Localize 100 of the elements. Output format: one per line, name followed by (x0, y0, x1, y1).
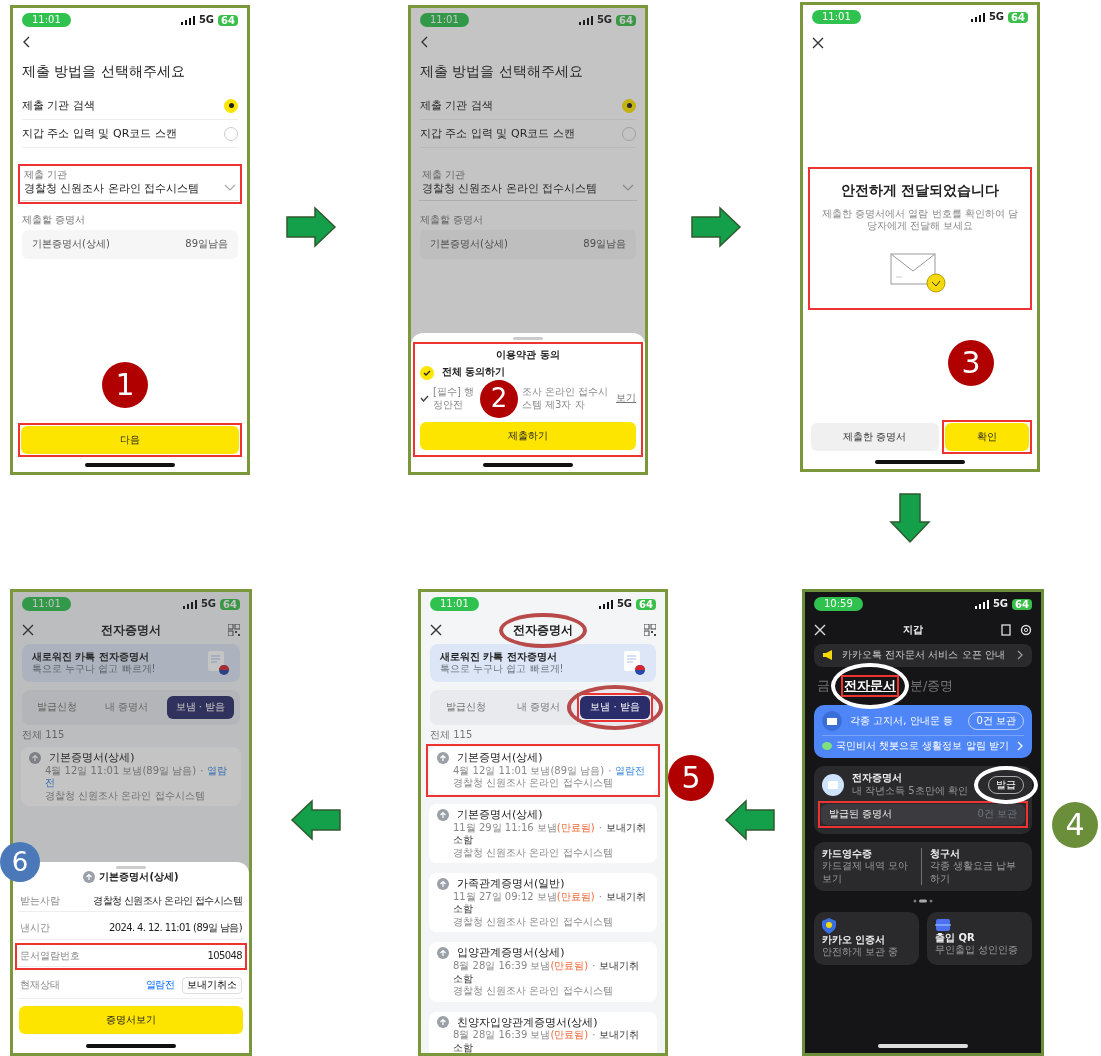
upload-icon (83, 871, 96, 884)
send-info: 11월 27일 09:12 보냄(만료됨) · 보내기취소함 (453, 890, 647, 916)
close-icon[interactable] (22, 624, 34, 636)
institution-select[interactable]: 제출 기관 경찰청 신원조사 온라인 접수시스템 (419, 167, 637, 201)
segment-tab[interactable]: 보냄 · 받음 (580, 696, 650, 719)
megaphone-icon (822, 650, 834, 661)
network-label: 5G (596, 13, 613, 27)
certificate-name: 기본증명서(상세) (457, 751, 543, 765)
certificate-card[interactable]: 기본증명서(상세) 4월 12일 11:01 보냄(89일 남음) · 열람전 경찰청 신원조사 온라인 접수시스템 (21, 747, 241, 807)
checkbox[interactable] (420, 365, 434, 380)
message-title: 안전하게 전달되었습니다 (840, 182, 1000, 200)
back-icon[interactable] (420, 36, 428, 48)
confirm-button[interactable]: 확인 (944, 422, 1029, 451)
detail-value: 경찰청 신원조사 온라인 접수시스템 (93, 894, 242, 907)
chevron-down-icon (224, 184, 236, 193)
network-label: 5G (616, 597, 633, 611)
view-link[interactable]: 보기 (616, 392, 636, 405)
back-icon[interactable] (22, 36, 30, 48)
chevron-down-icon (622, 184, 634, 193)
step-number-badge: 4 (1052, 802, 1098, 848)
radio-button[interactable] (224, 98, 238, 113)
segment-tab[interactable]: 보냄 · 받음 (166, 696, 234, 719)
upload-icon (437, 1016, 449, 1029)
terms-text: 조사 온라인 접수시스템 제3자 자 (521, 386, 610, 411)
qr-icon[interactable] (228, 624, 240, 636)
segment-tab[interactable]: 내 증명서 (506, 696, 571, 719)
settings-icon[interactable] (1020, 624, 1032, 636)
category-tab[interactable]: 전자문서 (844, 677, 896, 693)
certificate-card[interactable]: 입양관계증명서(상세) 8월 28일 16:39 보냄(만료됨) · 보내기취소함 경찰청 신원조사 온라인 접수시스템 (429, 942, 657, 1002)
check-icon[interactable] (420, 395, 429, 402)
screen-title: 제출 방법을 선택해주세요 (420, 62, 584, 80)
radio-button[interactable] (622, 98, 636, 113)
signal-icon (970, 12, 985, 22)
agree-all-label: 전체 동의하기 (442, 366, 506, 379)
certificate-card[interactable]: 가족관계증명서(일반) 11월 27일 09:12 보냄(만료됨) · 보내기취소함 경찰청 신원조사 온라인 접수시스템 (429, 873, 657, 933)
segment-tab[interactable]: 발급신청 (436, 696, 497, 719)
network-label: 5G (200, 597, 217, 611)
service-tile[interactable]: 출입 QR 무인출입 성인인증 (927, 911, 1032, 965)
close-icon[interactable] (430, 624, 442, 636)
certificate-name: 친양자입양관계증명서(상세) (457, 1015, 598, 1030)
signal-icon (578, 15, 593, 25)
notice-text: 카카오톡 전자문서 서비스 오픈 안내 (842, 649, 1006, 662)
step-number-badge: 2 (479, 379, 518, 418)
submitted-certificate-button[interactable]: 제출한 증명서 (811, 422, 939, 451)
institution-select[interactable]: 제출 기관 경찰청 신원조사 온라인 접수시스템 (21, 167, 239, 201)
view-certificate-button[interactable]: 증명서보기 (19, 1005, 243, 1034)
service-tile[interactable]: 카카오 인증서 안전하게 보관 중 (814, 911, 919, 965)
card-subtitle: 내 작년소득 5초만에 확인 (852, 784, 969, 798)
days-remaining: 89일남음 (185, 238, 228, 251)
banner-title: 새로워진 카톡 전자증명서 (440, 650, 558, 663)
card-title: 전자증명서 (852, 772, 903, 785)
service-subtitle: 각종 생활요금 납부하기 (929, 860, 1017, 886)
certificate-card[interactable]: 기본증명서(상세) 11월 29일 11:16 보냄(만료됨) · 보내기취소함 경찰청 신원조사 온라인 접수시스템 (429, 803, 657, 863)
send-info: 11월 29일 11:16 보냄(만료됨) · 보내기취소함 (453, 821, 647, 847)
tile-title: 카카오 인증서 (822, 933, 887, 947)
certificate-name: 기본증명서(상세) (32, 238, 110, 251)
detail-value: 105048 (207, 949, 242, 962)
signal-icon (180, 15, 195, 25)
category-tab[interactable]: 분/증명 (910, 677, 954, 693)
certificate-card[interactable]: 기본증명서(상세) 4월 12일 11:01 보냄(89일 남음) · 열람전 경찰청 신원조사 온라인 접수시스템 (429, 747, 657, 794)
status-time: 11:01 (812, 9, 861, 25)
signal-icon (974, 599, 989, 609)
mailbox-icon (822, 710, 842, 731)
next-button[interactable]: 다음 (21, 425, 239, 454)
upload-icon (437, 808, 449, 821)
promo-text: 국민비서 챗봇으로 생활정보 알림 받기 (836, 739, 1010, 753)
status-time: 10:59 (814, 596, 863, 612)
institution-name: 경찰청 신원조사 온라인 접수시스템 (45, 789, 206, 803)
total-count: 전체 115 (430, 728, 474, 741)
certificate-card[interactable]: 친양자입양관계증명서(상세) 8월 28일 16:39 보냄(만료됨) · 보내기취소함 (429, 1011, 657, 1053)
option-label: 지갑 주소 입력 및 QR코드 스캔 (22, 126, 177, 141)
days-remaining: 89일남음 (583, 238, 626, 251)
network-label: 5G (988, 10, 1005, 24)
banner-title: 새로워진 카톡 전자증명서 (32, 650, 150, 663)
sheet-handle (513, 337, 543, 340)
step-number-badge: 6 (0, 842, 40, 882)
battery-indicator: 64 (1012, 598, 1032, 610)
sheet-title: 기본증명서(상세) (99, 871, 179, 884)
upload-icon (29, 751, 41, 764)
cancel-send-button[interactable]: 보내기취소 (182, 977, 242, 994)
category-tab[interactable]: 금 (817, 677, 830, 693)
submit-button[interactable]: 제출하기 (420, 421, 636, 450)
option-label: 제출 기관 검색 (22, 98, 95, 113)
chevron-right-icon (1016, 740, 1024, 752)
total-count: 전체 115 (22, 728, 66, 741)
detail-value: 2024. 4. 12. 11:01 (89일 남음) (108, 922, 242, 935)
qr-icon[interactable] (644, 624, 656, 636)
network-label: 5G (198, 13, 215, 27)
tile-title: 출입 QR (935, 931, 976, 945)
send-info: 4월 12일 11:01 보냄(89일 남음) · 열람전 (45, 764, 229, 790)
card-subtitle: 각종 고지서, 안내문 등 (850, 714, 954, 727)
message-text: 제출한 증명서에서 열람 번호를 확인하여 담당자에게 전달해 보세요 (821, 207, 1019, 233)
device-icon[interactable] (1000, 624, 1012, 636)
detail-label: 받는사람 (20, 894, 60, 907)
detail-value: 열람전 (145, 979, 174, 992)
shield-icon (822, 917, 836, 934)
close-icon[interactable] (812, 37, 824, 49)
issued-label: 발급된 증명서 (829, 808, 893, 821)
battery-indicator: 64 (636, 598, 656, 610)
send-info: 8월 28일 16:39 보냄(만료됨) · 보내기취소함 (453, 1029, 641, 1053)
